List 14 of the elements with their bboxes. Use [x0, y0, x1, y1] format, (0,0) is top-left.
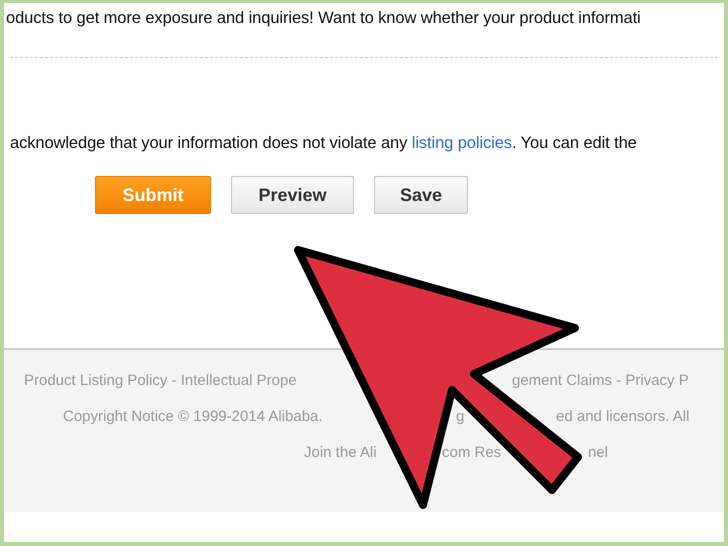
footer-link[interactable]: ed and licensors. All [556, 408, 690, 425]
action-button[interactable]: Preview [231, 176, 354, 214]
footer-link[interactable]: nel [588, 444, 608, 461]
listing-policies-link[interactable]: listing policies [412, 134, 512, 152]
notice-text: acknowledge that your information does not violate any listing policies. You can edit the [9, 134, 638, 153]
footer-link[interactable]: g [456, 408, 464, 425]
intro-text: oducts to get more exposure and inquiries! Want to know whether your product informati [5, 8, 642, 28]
footer-link[interactable]: Product Listing Policy - Intellectual Prope [24, 372, 297, 389]
footer-link[interactable]: Copyright Notice © 1999-2014 Alibaba. [63, 408, 323, 425]
footer-link[interactable]: com Res [442, 444, 502, 461]
footer-link[interactable]: gement Claims - Privacy P [512, 372, 689, 389]
footer-link[interactable]: Join the Ali [304, 444, 377, 461]
submit-button[interactable]: Submit [95, 176, 211, 214]
action-button[interactable]: Save [374, 176, 468, 214]
